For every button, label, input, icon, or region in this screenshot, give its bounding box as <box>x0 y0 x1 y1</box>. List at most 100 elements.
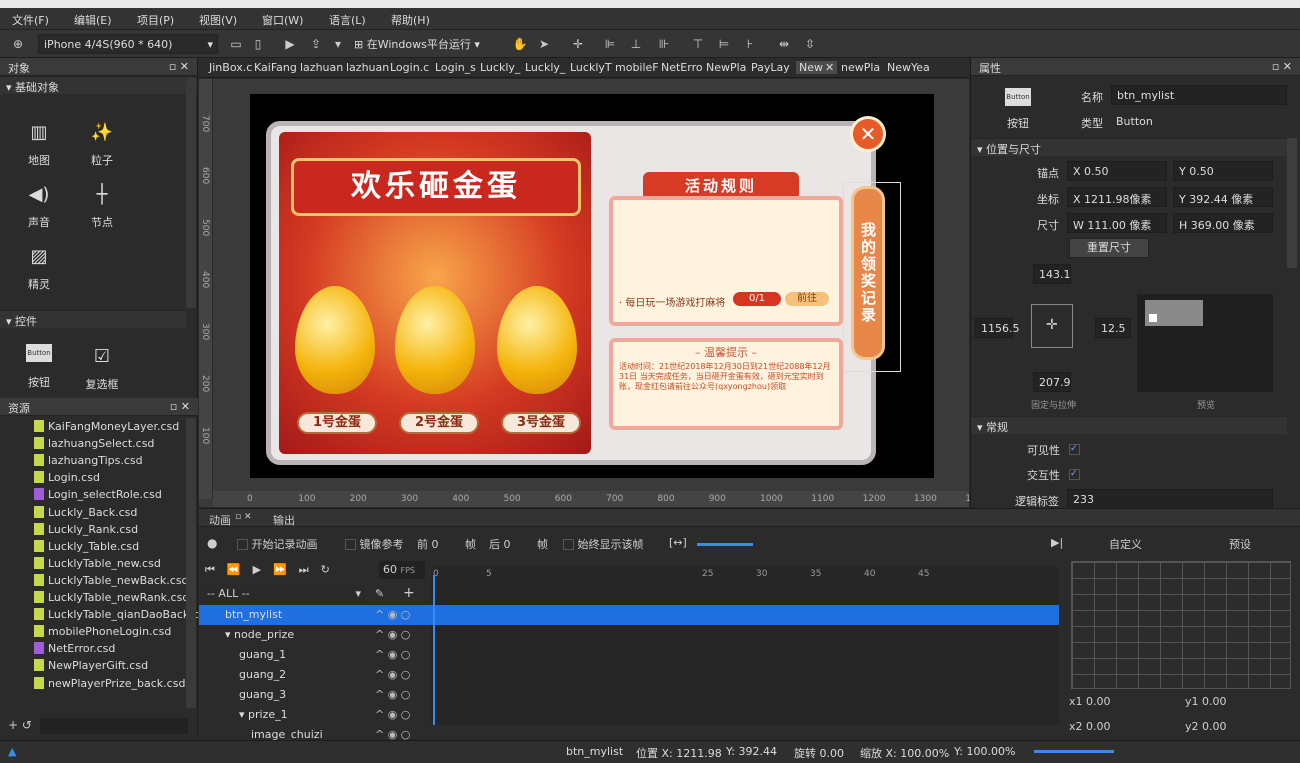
tag-input[interactable]: 233 <box>1067 489 1273 509</box>
visible-checkbox[interactable]: ✓ <box>1069 444 1080 455</box>
zoom-slider[interactable] <box>697 543 753 546</box>
selection-box[interactable] <box>843 182 901 372</box>
object-sound[interactable]: ◀) 声音 <box>14 182 64 230</box>
landscape-icon[interactable]: ▭ <box>228 36 244 52</box>
menu-project[interactable]: 项目(P) <box>137 12 174 28</box>
lock-visibility-icons[interactable]: ^ ◉ ○ <box>375 708 410 721</box>
anchor-y-input[interactable]: Y 0.50 <box>1173 161 1273 181</box>
go-button[interactable]: 前往 <box>785 292 829 306</box>
align-right-icon[interactable]: ⊪ <box>656 36 672 52</box>
align-bottom-icon[interactable]: ⊦ <box>742 36 758 52</box>
document-tab[interactable]: KaiFang <box>254 61 297 74</box>
search-input[interactable] <box>40 718 188 734</box>
document-tab[interactable]: lazhuan <box>346 61 389 74</box>
play-icon[interactable]: ▶ <box>282 36 298 52</box>
menu-help[interactable]: 帮助(H) <box>391 12 430 28</box>
document-tab[interactable]: Luckly_ <box>525 61 565 74</box>
resource-file[interactable]: Luckly_Back.csd <box>34 505 137 522</box>
lock-visibility-icons[interactable]: ^ ◉ ○ <box>375 648 410 661</box>
portrait-icon[interactable]: ▯ <box>250 36 266 52</box>
curve-x2[interactable]: x2 0.00 <box>1069 720 1111 733</box>
pos-x-input[interactable]: X 1211.98像素 <box>1067 187 1167 207</box>
resource-file[interactable]: lazhuangSelect.csd <box>34 437 154 453</box>
resource-file[interactable]: Login_selectRole.csd <box>34 488 162 504</box>
anchor-x-input[interactable]: X 0.50 <box>1067 161 1167 181</box>
object-sprite[interactable]: ▨ 精灵 <box>14 244 64 292</box>
align-left-icon[interactable]: ⊫ <box>602 36 618 52</box>
resource-file[interactable]: LucklyTable_new.csd <box>34 556 161 573</box>
margin-right-input[interactable]: 12.5 <box>1095 318 1131 338</box>
playback-controls[interactable]: ⏮⏪▶⏩⏭↻ <box>205 563 342 577</box>
scrollbar[interactable] <box>186 418 196 708</box>
resource-file[interactable]: LucklyTable_newBack.csd <box>34 573 189 590</box>
interactive-checkbox[interactable]: ✓ <box>1069 469 1080 480</box>
menu-language[interactable]: 语言(L) <box>329 12 366 28</box>
document-tab[interactable]: newPla <box>841 61 880 74</box>
preset-label[interactable]: 预设 <box>1229 536 1251 552</box>
resource-file[interactable]: mobilePhoneLogin.csd <box>34 625 171 641</box>
selected-track[interactable] <box>431 605 1059 625</box>
resource-file[interactable]: Luckly_Table.csd <box>34 539 139 556</box>
device-select[interactable]: iPhone 4/4S(960 * 640) ▾ <box>38 34 218 54</box>
panel-close-icon[interactable]: ▫ ✕ <box>235 512 252 522</box>
timeline-node-row[interactable]: guang_1 ^ ◉ ○ <box>199 645 431 665</box>
tab-animation[interactable]: 动画 <box>209 512 231 528</box>
menu-window[interactable]: 窗口(W) <box>262 12 303 28</box>
menu-file[interactable]: 文件(F) <box>12 12 49 28</box>
curve-y2[interactable]: y2 0.00 <box>1185 720 1227 733</box>
align-center-icon[interactable]: ⊥ <box>628 36 644 52</box>
timeline-node-row[interactable]: btn_mylist ^ ◉ ○ <box>199 605 431 625</box>
fps-input[interactable]: 60 FPS <box>379 561 425 579</box>
menu-view[interactable]: 视图(V) <box>199 12 237 28</box>
resource-file[interactable]: newPlayerPrize_back.csd <box>34 676 185 693</box>
size-h-input[interactable]: H 369.00 像素 <box>1173 213 1273 233</box>
timeline-ruler[interactable]: 0 5 25 30 35 40 45 <box>431 567 1059 605</box>
document-tab[interactable]: Luckly_ <box>480 61 520 74</box>
edit-icon[interactable]: ✎ <box>375 587 384 600</box>
document-tab[interactable]: mobileF <box>615 61 659 74</box>
controls-section-header[interactable]: ▾ 控件 <box>0 310 186 328</box>
margin-left-input[interactable]: 1156.5 <box>975 318 1020 338</box>
margin-bottom-input[interactable]: 207.9 <box>1033 372 1071 392</box>
document-tab[interactable]: NewPla <box>706 61 746 74</box>
size-w-input[interactable]: W 111.00 像素 <box>1067 213 1167 233</box>
name-input[interactable]: btn_mylist <box>1111 85 1287 105</box>
resource-file[interactable]: Luckly_Rank.csd <box>34 522 138 539</box>
document-tab[interactable]: LucklyT <box>570 61 612 74</box>
margin-top-input[interactable]: 143.1 <box>1033 264 1071 284</box>
curve-x1[interactable]: x1 0.00 <box>1069 695 1111 708</box>
timeline-node-row[interactable]: guang_3 ^ ◉ ○ <box>199 685 431 705</box>
stretch-widget[interactable]: ✛ <box>1031 304 1073 348</box>
panel-close-icon[interactable]: ▫ ✕ <box>170 400 190 413</box>
pos-y-input[interactable]: Y 392.44 像素 <box>1173 187 1273 207</box>
resource-file[interactable]: KaiFangMoneyLayer.csd <box>34 420 179 436</box>
onion-skin[interactable]: 镜像参考 <box>345 536 404 552</box>
document-tab[interactable]: lazhuan <box>300 61 343 74</box>
timeline-tracks[interactable] <box>431 625 1059 725</box>
fit-icon[interactable]: [↔] <box>669 536 687 549</box>
resource-file[interactable]: NetError.csd <box>34 642 115 658</box>
align-top-icon[interactable]: ⊤ <box>690 36 706 52</box>
lock-visibility-icons[interactable]: ^ ◉ ○ <box>375 608 410 621</box>
game-popup[interactable]: 欢乐砸金蛋 1号金蛋 2号金蛋 3号金蛋 活动规则 · 每日玩一场游戏打麻将 0… <box>266 121 885 465</box>
document-tab[interactable]: NewYea <box>887 61 930 74</box>
object-particle[interactable]: ✨ 粒子 <box>77 120 127 168</box>
object-button[interactable]: Button 按钮 <box>14 344 64 390</box>
pointer-icon[interactable]: ➤ <box>536 36 552 52</box>
object-node[interactable]: ┼ 节点 <box>77 182 127 230</box>
document-tab[interactable]: JinBox.c <box>209 61 252 74</box>
tab-output[interactable]: 输出 <box>273 512 295 528</box>
distribute-h-icon[interactable]: ⇹ <box>776 36 792 52</box>
scrollbar[interactable] <box>1287 138 1297 268</box>
resource-file[interactable]: lazhuangTips.csd <box>34 454 143 470</box>
lock-visibility-icons[interactable]: ^ ◉ ○ <box>375 628 410 641</box>
scrollbar[interactable] <box>186 78 196 308</box>
add-icon[interactable]: + <box>403 585 415 601</box>
general-section[interactable]: ▾ 常规 <box>971 416 1287 434</box>
custom-label[interactable]: 自定义 <box>1109 536 1142 552</box>
pos-size-section[interactable]: ▾ 位置与尺寸 <box>971 138 1287 156</box>
next-frames[interactable]: 后 0 <box>489 536 511 552</box>
document-tab[interactable]: Login.c <box>390 61 429 74</box>
start-record[interactable]: 开始记录动画 <box>237 536 318 552</box>
prev-frames[interactable]: 前 0 <box>417 536 439 552</box>
